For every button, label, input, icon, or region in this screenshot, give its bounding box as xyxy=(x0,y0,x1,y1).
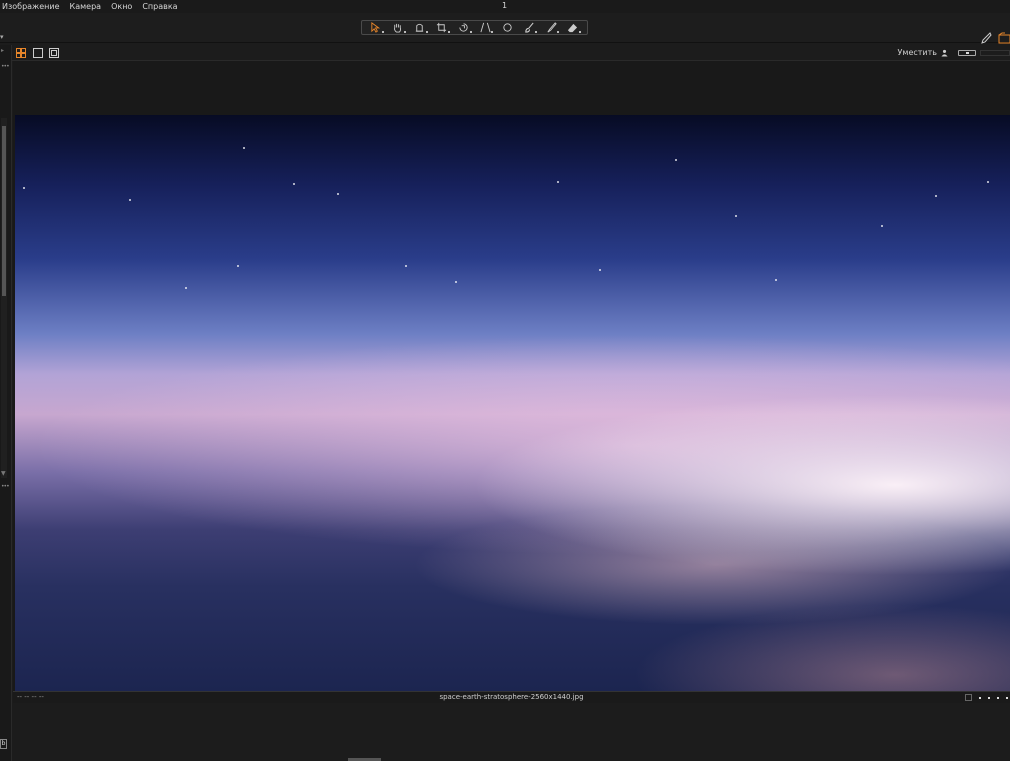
filmstrip-area xyxy=(13,703,1010,761)
pen-icon[interactable] xyxy=(980,32,992,44)
keystone-tool-icon[interactable] xyxy=(476,21,494,34)
gradient-tool-icon[interactable] xyxy=(542,21,560,34)
menu-camera[interactable]: Камера xyxy=(65,0,107,13)
status-bar: -- -- -- -- space-earth-stratosphere-256… xyxy=(13,691,1010,703)
tool-group xyxy=(361,20,588,35)
rotate-tool-icon[interactable] xyxy=(455,21,473,34)
spot-tool-icon[interactable] xyxy=(498,21,516,34)
panel-toggle[interactable]: b xyxy=(0,739,7,749)
grid-view-icon[interactable] xyxy=(16,48,26,58)
scroll-down-icon[interactable]: ▼ xyxy=(1,470,6,477)
dot-icon[interactable] xyxy=(988,696,990,699)
more-icon[interactable]: ••• xyxy=(1,63,10,70)
menu-window[interactable]: Окно xyxy=(106,0,137,13)
toolbar: ▾ xyxy=(0,13,1010,44)
zoom-ticks[interactable] xyxy=(979,49,1010,56)
single-view-icon[interactable] xyxy=(33,48,43,58)
zoom-control xyxy=(940,47,1010,58)
status-right xyxy=(965,694,1008,701)
dot-icon[interactable] xyxy=(997,696,999,699)
compare-view-icon[interactable] xyxy=(49,48,59,58)
folder-icon[interactable] xyxy=(998,32,1010,44)
scroll-thumb[interactable] xyxy=(2,126,6,296)
dot-icon[interactable] xyxy=(979,696,981,699)
menu-help[interactable]: Справка xyxy=(137,0,182,13)
image-viewer xyxy=(13,61,1010,691)
arrow-right-icon[interactable]: ▸ xyxy=(1,47,4,54)
eraser-tool-icon[interactable] xyxy=(564,21,582,34)
square-icon[interactable] xyxy=(965,694,972,701)
right-icons xyxy=(980,32,1010,44)
left-panel-strip: ▸ ••• ▲ ▼ ••• b xyxy=(0,45,12,761)
person-icon[interactable] xyxy=(941,49,948,57)
menu-image[interactable]: Изображение xyxy=(0,0,65,13)
left-scrollbar[interactable] xyxy=(1,118,7,478)
brush-tool-icon[interactable] xyxy=(520,21,538,34)
crop-tool-icon[interactable] xyxy=(433,21,451,34)
more-icon-2[interactable]: ••• xyxy=(1,483,10,490)
file-name: space-earth-stratosphere-2560x1440.jpg xyxy=(439,693,584,701)
fit-label[interactable]: Уместить xyxy=(898,48,937,57)
zoom-slider[interactable] xyxy=(958,49,976,56)
dot-icon[interactable] xyxy=(1006,696,1008,699)
chevron-down-icon[interactable]: ▾ xyxy=(0,33,4,41)
view-bar: Уместить xyxy=(12,45,1010,61)
hand-tool-icon[interactable] xyxy=(389,21,407,34)
photo-stratosphere[interactable] xyxy=(15,115,1010,691)
window-number: 1 xyxy=(502,1,508,10)
straighten-tool-icon[interactable] xyxy=(411,21,429,34)
select-tool-icon[interactable] xyxy=(367,21,385,34)
